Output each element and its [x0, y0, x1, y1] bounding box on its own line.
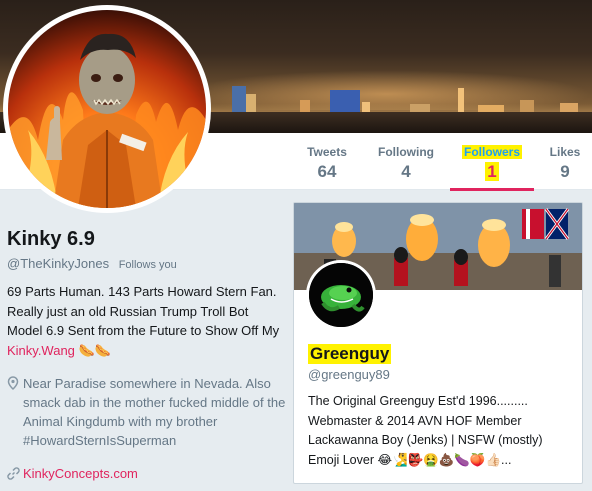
- profile-avatar[interactable]: [3, 5, 211, 213]
- profile-handle[interactable]: @TheKinkyJones: [7, 256, 109, 271]
- card-avatar[interactable]: [306, 260, 376, 330]
- stat-likes[interactable]: Likes 9: [544, 133, 586, 190]
- profile-hover-card[interactable]: Greenguy @greenguy89 The Original Greeng…: [293, 202, 583, 484]
- profile-bio: 69 Parts Human. 143 Parts Howard Stern F…: [7, 282, 287, 360]
- stat-tweets[interactable]: Tweets 64: [300, 133, 354, 190]
- stat-likes-value: 9: [560, 162, 570, 181]
- stat-following[interactable]: Following 4: [372, 133, 440, 190]
- stat-following-value: 4: [401, 162, 411, 181]
- follows-you-badge: Follows you: [118, 259, 177, 271]
- location-text: Near Paradise somewhere in Nevada. Also …: [23, 376, 286, 448]
- card-bio: The Original Greenguy Est'd 1996........…: [308, 394, 543, 467]
- stat-likes-label: Likes: [549, 145, 581, 159]
- handle-row: @TheKinkyJones Follows you: [7, 256, 287, 271]
- bio-link[interactable]: Kinky.Wang: [7, 343, 75, 358]
- profile-website: KinkyConcepts.com: [7, 464, 287, 485]
- website-link[interactable]: KinkyConcepts.com: [23, 464, 138, 485]
- location-pin-icon: [7, 376, 23, 450]
- profile-location: Near Paradise somewhere in Nevada. Also …: [7, 374, 287, 450]
- stat-followers[interactable]: Followers 1: [450, 133, 534, 191]
- link-icon: [7, 466, 23, 485]
- active-tab-underline: [450, 188, 534, 191]
- profile-info: Kinky 6.9 @TheKinkyJones Follows you 69 …: [7, 228, 287, 485]
- stat-following-label: Following: [378, 145, 434, 159]
- stat-tweets-value: 64: [317, 162, 337, 181]
- card-display-name[interactable]: Greenguy: [308, 344, 392, 364]
- card-handle[interactable]: @greenguy89: [308, 367, 390, 382]
- card-avatar-image: [309, 263, 373, 327]
- bio-emoji: 🌭🌭: [78, 342, 111, 358]
- profile-name: Kinky 6.9: [7, 228, 95, 250]
- bio-text: 69 Parts Human. 143 Parts Howard Stern F…: [7, 284, 280, 338]
- avatar-image: [8, 10, 206, 208]
- stat-tweets-label: Tweets: [307, 145, 347, 159]
- stat-followers-value: 1: [485, 162, 499, 181]
- stat-followers-label: Followers: [461, 145, 522, 159]
